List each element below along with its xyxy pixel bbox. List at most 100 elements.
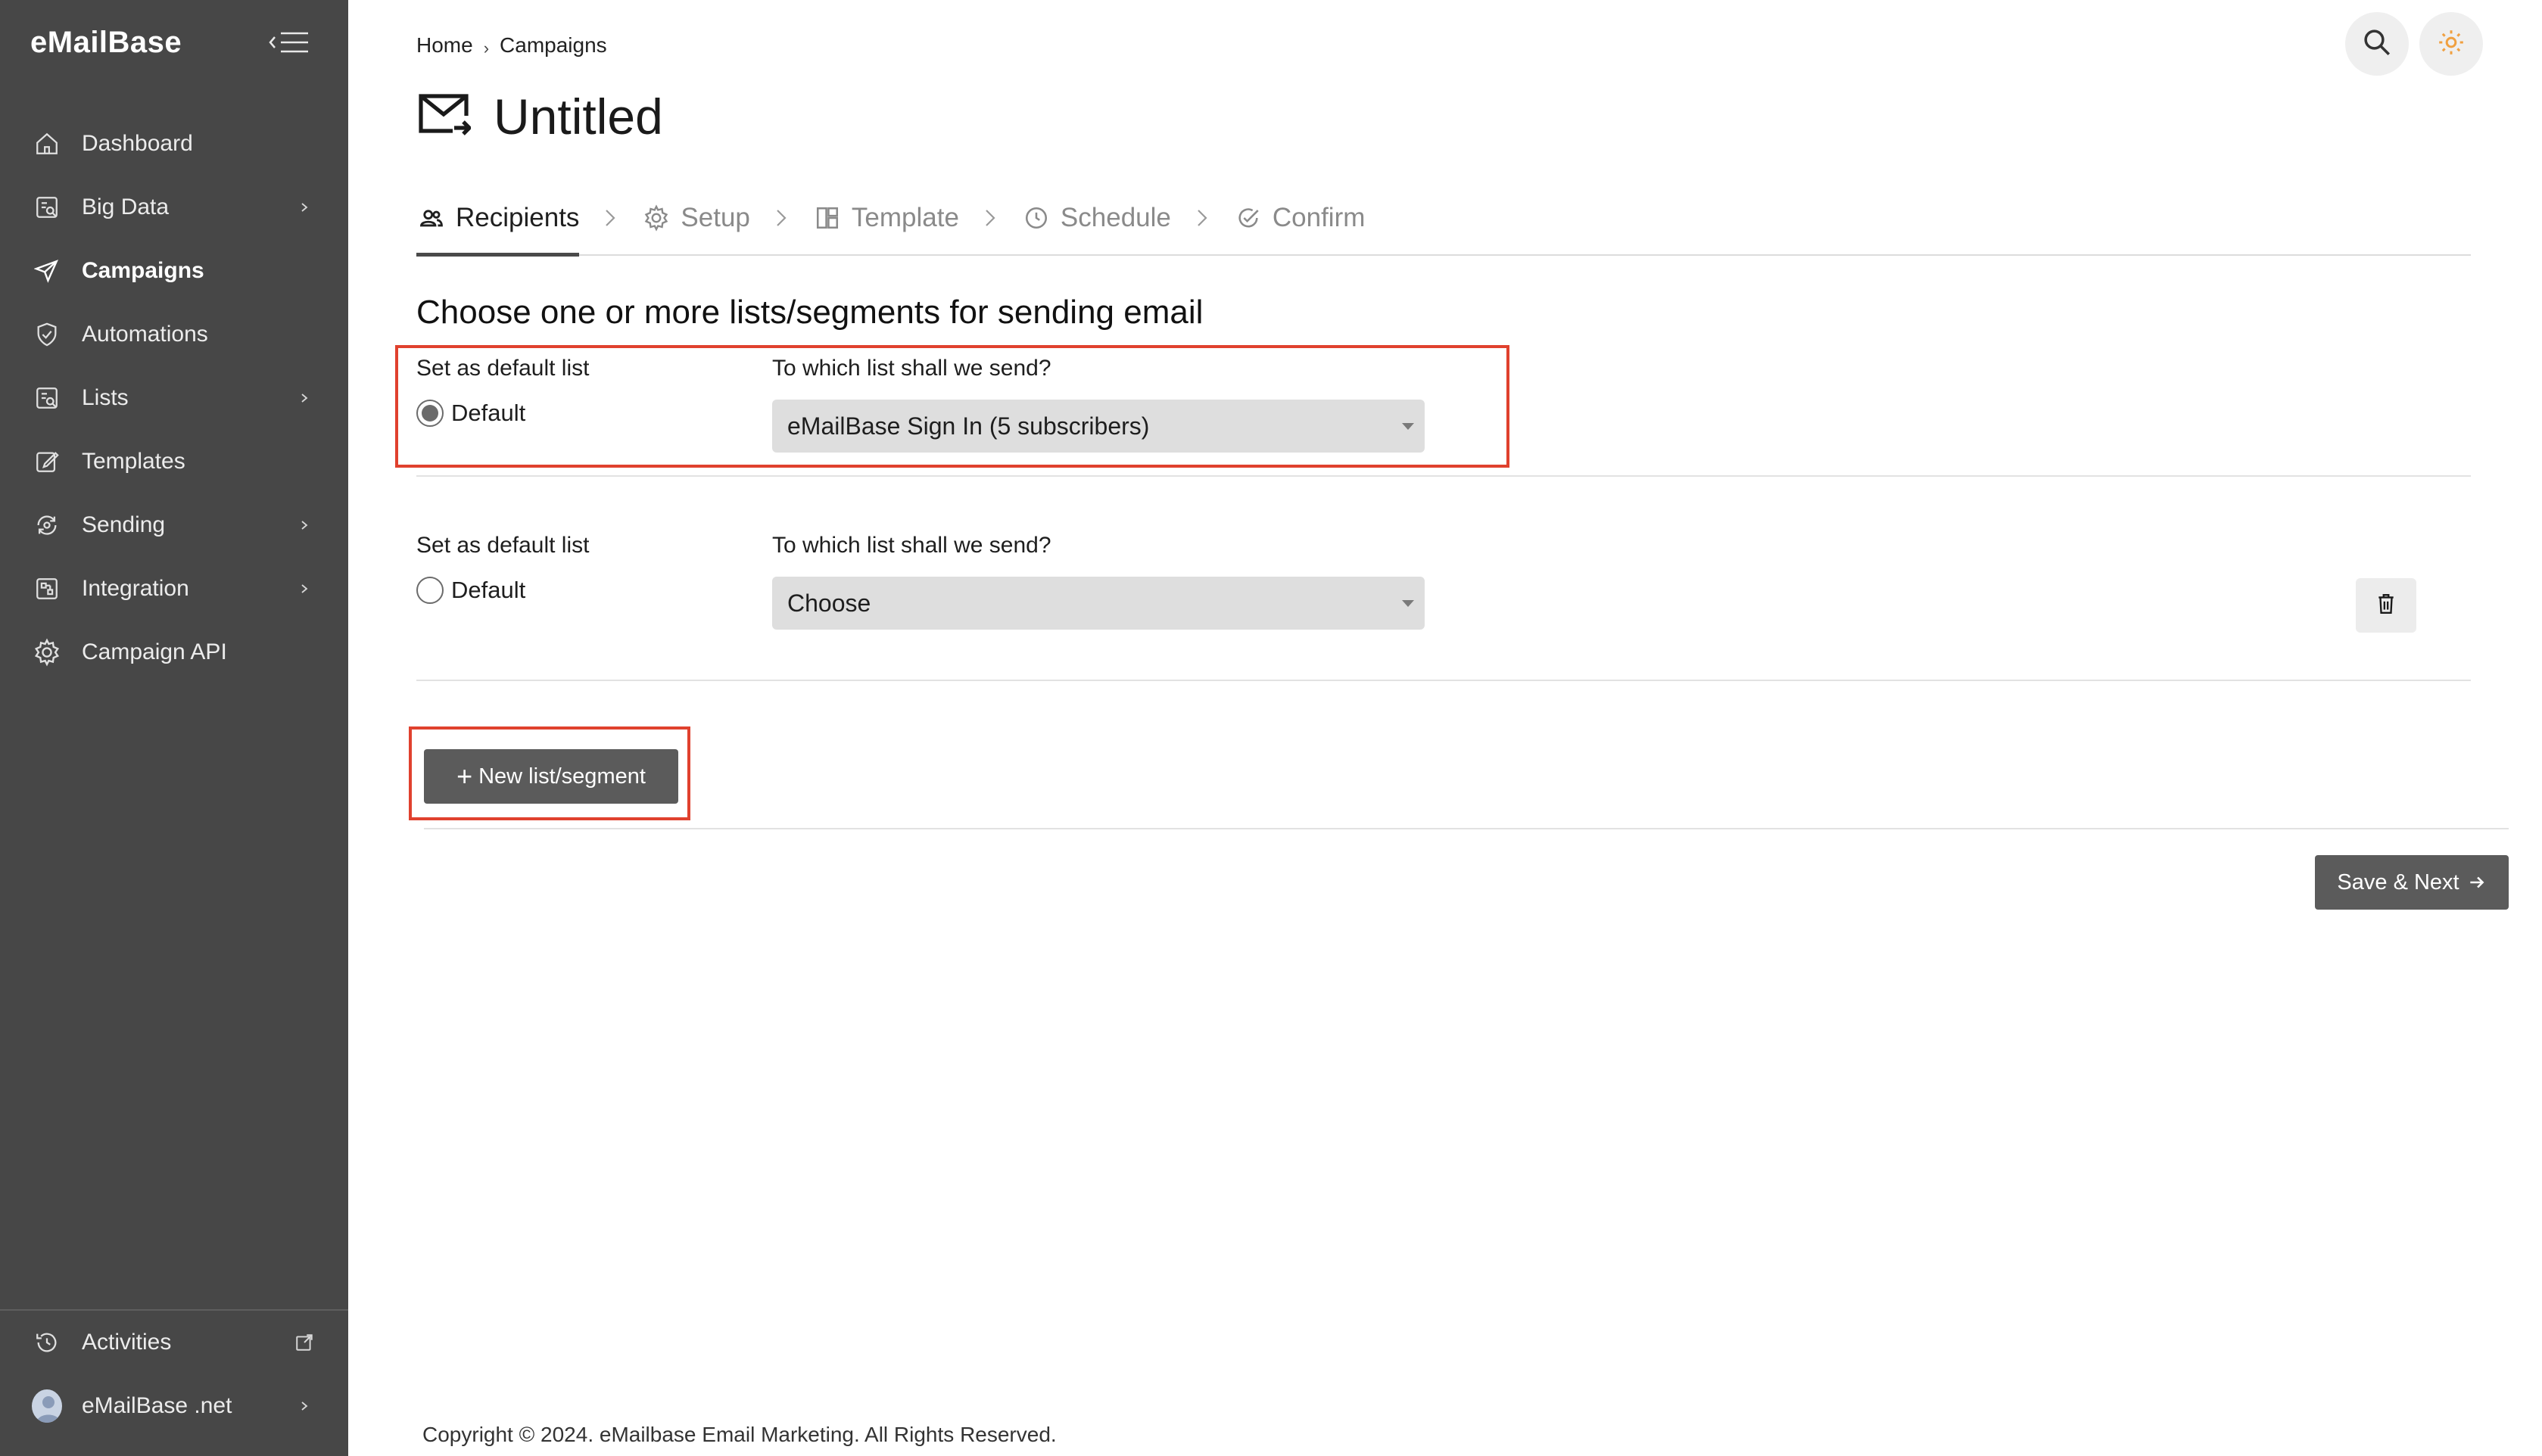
data-icon (32, 192, 62, 222)
sidebar-item-integration[interactable]: Integration (0, 557, 348, 621)
search-button[interactable] (2345, 12, 2409, 76)
avatar (32, 1389, 62, 1423)
main-content: Home › Campaigns Untitled Recipients Set… (348, 0, 2542, 1456)
dropdown-caret-icon (1402, 600, 1414, 607)
collapse-sidebar-icon[interactable] (266, 26, 312, 59)
sidebar-item-campaign-api[interactable]: Campaign API (0, 621, 348, 684)
list-row: Set as default list Default To which lis… (416, 356, 2471, 477)
sidebar-item-dashboard[interactable]: Dashboard (0, 112, 348, 176)
breadcrumb-current[interactable]: Campaigns (500, 33, 607, 58)
new-list-segment-label: New list/segment (478, 764, 646, 789)
sidebar-item-automations[interactable]: Automations (0, 303, 348, 366)
target-list-label: To which list shall we send? (772, 533, 1051, 558)
chevron-right-icon (579, 198, 641, 238)
sidebar-item-campaigns[interactable]: Campaigns (0, 239, 348, 303)
sidebar-item-templates[interactable]: Templates (0, 430, 348, 493)
tab-setup[interactable]: Setup (641, 198, 750, 238)
chevron-right-icon (294, 197, 315, 218)
default-radio-label: Default (451, 400, 526, 426)
sidebar-item-label: Templates (82, 449, 185, 474)
users-icon (416, 203, 447, 233)
list-select-value: eMailBase Sign In (5 subscribers) (787, 412, 1150, 440)
sending-icon (32, 510, 62, 540)
sidebar-item-lists[interactable]: Lists (0, 366, 348, 430)
list-row: Set as default list Default To which lis… (416, 533, 2471, 681)
dropdown-caret-icon (1402, 423, 1414, 430)
top-actions (2345, 12, 2483, 76)
delete-row-button[interactable] (2356, 578, 2416, 633)
new-list-segment-button[interactable]: + New list/segment (424, 749, 678, 804)
list-icon (32, 383, 62, 413)
check-circle-icon (1233, 203, 1263, 233)
chevron-right-icon (294, 578, 315, 599)
theme-toggle-button[interactable] (2419, 12, 2483, 76)
divider (424, 828, 2509, 829)
chevron-right-icon (294, 387, 315, 409)
clock-icon (1021, 203, 1051, 233)
integration-icon (32, 574, 62, 604)
page-title-text: Untitled (494, 89, 663, 145)
footer-copyright: Copyright © 2024. eMailbase Email Market… (422, 1423, 1057, 1446)
tab-schedule[interactable]: Schedule (1021, 198, 1171, 238)
save-next-label: Save & Next (2337, 870, 2459, 894)
home-icon (32, 129, 62, 159)
sidebar: eMailBase Dashboard Big Data Campaigns A… (0, 0, 348, 1456)
sidebar-item-label: Big Data (82, 194, 170, 219)
save-next-button[interactable]: Save & Next (2315, 855, 2509, 910)
settings-icon (641, 203, 671, 233)
sidebar-item-label: Sending (82, 512, 166, 537)
sidebar-item-label: Lists (82, 385, 129, 410)
mail-send-icon (416, 90, 472, 144)
tab-confirm[interactable]: Confirm (1233, 198, 1366, 238)
search-icon (2361, 26, 2393, 62)
step-label: Setup (681, 203, 750, 232)
section-heading: Choose one or more lists/segments for se… (416, 294, 1204, 331)
sidebar-item-label: Activities (82, 1330, 172, 1355)
sidebar-item-label: Campaigns (82, 258, 204, 283)
sidebar-item-label: Integration (82, 576, 189, 601)
target-list-label: To which list shall we send? (772, 356, 1051, 381)
sidebar-item-label: eMailBase .net (82, 1393, 232, 1418)
chevron-right-icon (750, 198, 812, 238)
gear-icon (32, 637, 62, 667)
sidebar-item-sending[interactable]: Sending (0, 493, 348, 557)
tab-template[interactable]: Template (812, 198, 959, 238)
arrow-right-icon (2467, 873, 2487, 892)
sidebar-item-activities[interactable]: Activities (0, 1311, 348, 1374)
default-radio[interactable] (416, 400, 444, 427)
plus-icon: + (456, 761, 473, 792)
chevron-right-icon (959, 198, 1021, 238)
breadcrumb-separator: › (483, 39, 490, 58)
list-select[interactable]: eMailBase Sign In (5 subscribers) (772, 400, 1425, 453)
external-link-icon[interactable] (294, 1332, 315, 1353)
sidebar-item-big-data[interactable]: Big Data (0, 176, 348, 239)
default-list-label: Set as default list (416, 533, 590, 558)
default-radio[interactable] (416, 577, 444, 604)
tab-recipients[interactable]: Recipients (416, 198, 580, 257)
chevron-right-icon (1171, 198, 1233, 238)
breadcrumb-home[interactable]: Home (416, 33, 473, 58)
layout-icon (812, 203, 843, 233)
sun-icon (2436, 27, 2466, 61)
default-radio-option[interactable]: Default (416, 577, 525, 604)
brand-logo[interactable]: eMailBase (30, 26, 182, 60)
wizard-steps: Recipients Setup Template Schedule Confi… (416, 198, 2471, 257)
breadcrumb: Home › Campaigns (416, 33, 607, 58)
sidebar-nav: Dashboard Big Data Campaigns Automations (0, 112, 348, 684)
sidebar-item-account[interactable]: eMailBase .net (0, 1374, 348, 1438)
list-select[interactable]: Choose (772, 577, 1425, 630)
history-icon (32, 1327, 62, 1358)
chevron-right-icon (294, 515, 315, 536)
default-radio-option[interactable]: Default (416, 400, 525, 427)
send-icon (32, 256, 62, 286)
step-label: Schedule (1060, 203, 1171, 232)
list-select-value: Choose (787, 589, 871, 617)
automation-icon (32, 319, 62, 350)
step-label: Confirm (1272, 203, 1366, 232)
trash-icon (2376, 593, 2396, 618)
chevron-right-icon (294, 1395, 315, 1417)
page-title: Untitled (416, 88, 663, 145)
default-list-label: Set as default list (416, 356, 590, 381)
sidebar-item-label: Automations (82, 322, 208, 347)
sidebar-item-label: Dashboard (82, 131, 193, 156)
